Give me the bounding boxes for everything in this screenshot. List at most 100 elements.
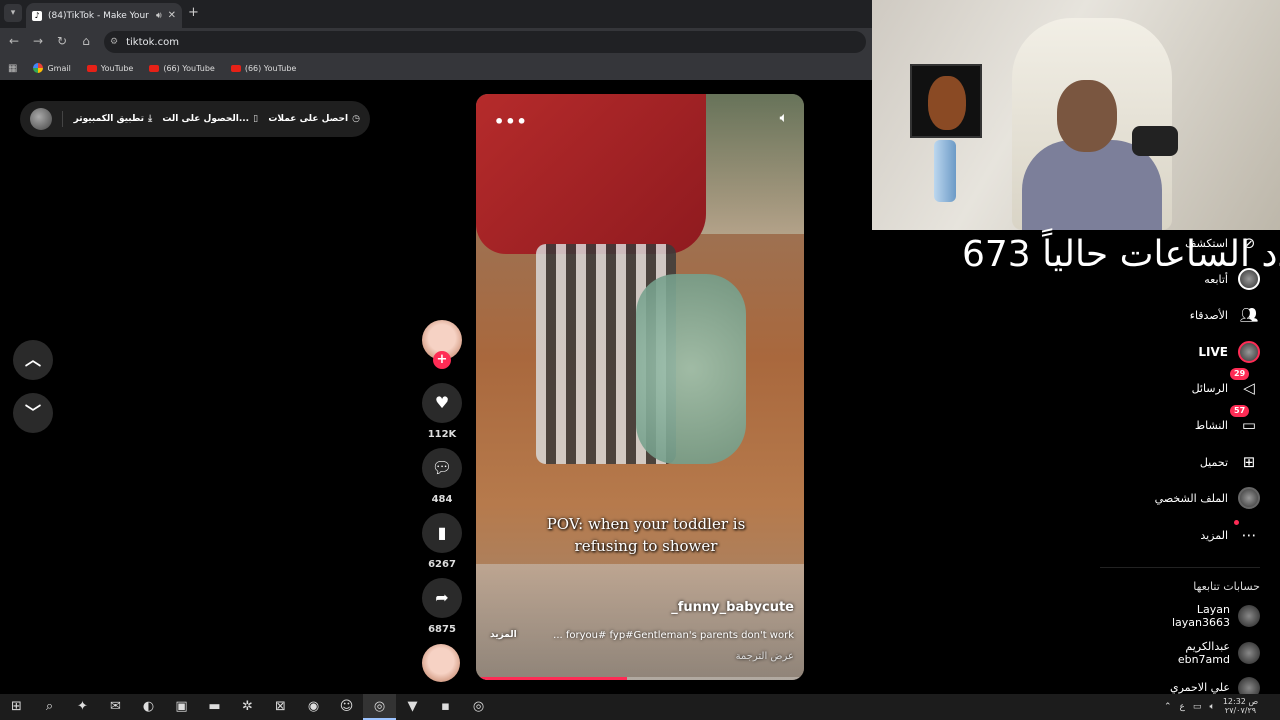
video-progress-fill (476, 677, 627, 680)
new-tab-icon[interactable]: + (188, 5, 199, 20)
comment-icon: 💬︎ (431, 458, 453, 477)
url-text: tiktok.com (126, 36, 179, 48)
next-video-button[interactable]: ﹀ (13, 393, 53, 433)
sidebar-item-profile[interactable]: الملف الشخصي (1060, 487, 1260, 509)
tiktok-icon: ♪ (32, 10, 42, 21)
site-info-icon[interactable]: ⚙ (110, 37, 118, 47)
apps-grid-icon[interactable]: ▦ (8, 63, 17, 74)
xbox-icon[interactable]: ⊠ (264, 694, 297, 720)
search-icon[interactable]: ⌕ (33, 694, 66, 720)
like-button[interactable]: ♥ (422, 383, 462, 423)
next-creator-avatar[interactable] (422, 644, 460, 682)
video-author[interactable]: _funny_babycute (671, 600, 794, 615)
account-avatar (1238, 605, 1260, 628)
heart-icon: ♥ (434, 393, 450, 412)
chrome-icon[interactable]: ◎ (363, 694, 396, 720)
send-icon: ◁ 29 (1230, 368, 1260, 399)
sidebar-item-more[interactable]: المزيد ⋯ (1060, 520, 1260, 546)
discord-icon[interactable]: ☺ (330, 694, 363, 720)
close-tab-icon[interactable]: ✕ (168, 10, 176, 21)
bookmarks-bar: ▦ Gmail YouTube (66) YouTube (66) YouTub… (0, 56, 872, 80)
browser-tab-bar: ▾ ♪ (84)TikTok - Make Your Day 🔊︎ ✕ + (0, 0, 872, 28)
file-explorer-icon[interactable]: ▬ (198, 694, 231, 720)
phone-icon: ▯ (253, 114, 259, 124)
reload-icon[interactable]: ↻ (54, 34, 70, 48)
share-icon: ➦ (435, 588, 449, 607)
previous-video-button[interactable]: ︿ (13, 340, 53, 380)
edge-icon[interactable]: ◐ (132, 694, 165, 720)
like-count: 112K (427, 429, 457, 440)
save-button[interactable]: ▮ (422, 513, 462, 553)
youtube-icon (230, 64, 241, 72)
volume-icon[interactable]: 🔈︎ (1209, 702, 1214, 712)
divider (62, 111, 64, 127)
chrome-icon[interactable]: ◎ (462, 694, 495, 720)
bookmark-youtube-3[interactable]: (66) YouTube (230, 64, 296, 73)
plus-box-icon: ⊞ (1242, 453, 1256, 471)
poster-face (928, 76, 966, 130)
desktop-app-button[interactable]: تطبيق الكمبيوتر ⤓ (74, 114, 152, 124)
copilot-icon[interactable]: ✦ (66, 694, 99, 720)
language-indicator[interactable]: ع (1180, 702, 1185, 712)
sidebar-item-friends[interactable]: الأصدقاء 👥︎ (1060, 304, 1260, 326)
friends-icon: 👥︎ (1239, 306, 1259, 324)
user-avatar[interactable] (30, 108, 52, 130)
webcam-overlay (872, 0, 1280, 230)
youtube-icon (149, 64, 160, 72)
comment-button[interactable]: 💬︎ (422, 448, 462, 488)
windows-taskbar: ⊞ ⌕ ✦ ✉ ◐ ▣ ▬ ✲ ⊠ ◉ ☺ ◎ ▼ ▪ ◎ (0, 694, 1280, 720)
get-app-button[interactable]: الحصول على الت... ▯ (162, 114, 258, 124)
sidebar-item-upload[interactable]: تحميل ⊞ (1060, 451, 1260, 473)
following-accounts-title: حسابات تتابعها (1193, 580, 1260, 593)
home-icon[interactable]: ⌂ (78, 34, 94, 48)
windows-start-icon[interactable]: ⊞ (0, 694, 33, 720)
inbox-icon: ▭ 57 (1230, 405, 1260, 436)
speaker-icon[interactable]: 🔊︎ (156, 11, 162, 21)
chevron-up-icon[interactable]: ⌃ (1164, 702, 1172, 712)
sidebar-divider (1100, 567, 1260, 568)
network-icon[interactable]: ▭ (1193, 702, 1202, 712)
forward-icon[interactable]: → (30, 34, 46, 48)
get-coins-button[interactable]: احصل على عملات ◷ (268, 114, 360, 124)
followed-account[interactable]: Layan layan3663 (1172, 603, 1260, 629)
hours-overlay-text: عدد الساعات حالياً 673 (962, 234, 1280, 275)
followed-account[interactable]: عبدالكريم ebn7amd (1178, 640, 1260, 666)
omnibox[interactable]: ⚙ tiktok.com (104, 31, 866, 53)
profile-avatar-icon (1238, 487, 1260, 509)
messages-badge: 29 (1230, 368, 1250, 380)
video-plush-toy (636, 274, 746, 464)
more-link[interactable]: المزيد (490, 630, 517, 640)
sidebar-item-activity[interactable]: النشاط ▭ 57 (1060, 405, 1260, 436)
bookmark-youtube-2[interactable]: (66) YouTube (149, 64, 215, 73)
google-icon (33, 63, 44, 73)
settings-icon[interactable]: ✲ (231, 694, 264, 720)
sidebar-item-messages[interactable]: الرسائل ◁ 29 (1060, 368, 1260, 399)
video-player[interactable]: ••• 🔈︎ POV: when your toddler is refusin… (476, 94, 804, 680)
clock[interactable]: 12:32 ص ٢٧/٠٧/٢٩ (1223, 697, 1258, 716)
tab-search-chevron-icon[interactable]: ▾ (4, 4, 22, 22)
sidebar-item-live[interactable]: LIVE (1060, 341, 1260, 363)
download-icon: ⤓ (148, 114, 153, 124)
follow-plus-icon[interactable]: + (433, 351, 451, 369)
top-action-bar: تطبيق الكمبيوتر ⤓ الحصول على الت... ▯ اح… (20, 101, 370, 137)
brave-icon[interactable]: ▼ (396, 694, 429, 720)
activity-badge: 57 (1230, 405, 1250, 417)
obs-icon[interactable]: ◉ (297, 694, 330, 720)
youtube-icon (86, 64, 97, 72)
video-progress-bar[interactable] (476, 677, 804, 680)
mail-icon[interactable]: ✉ (99, 694, 132, 720)
volume-icon[interactable]: 🔈︎ (780, 110, 788, 126)
browser-tab[interactable]: ♪ (84)TikTok - Make Your Day 🔊︎ ✕ (26, 3, 182, 28)
store-icon[interactable]: ▣ (165, 694, 198, 720)
back-icon[interactable]: ← (6, 34, 22, 48)
see-translation-link[interactable]: عرض الترجمة (736, 651, 794, 662)
account-avatar (1238, 642, 1260, 665)
bookmark-gmail[interactable]: Gmail (33, 63, 71, 73)
coin-icon: ◷ (352, 114, 360, 124)
save-count: 6267 (428, 559, 456, 570)
share-button[interactable]: ➦ (422, 578, 462, 618)
bookmark-youtube[interactable]: YouTube (86, 64, 133, 73)
terminal-icon[interactable]: ▪ (429, 694, 462, 720)
share-count: 6875 (428, 624, 456, 635)
more-options-icon[interactable]: ••• (494, 112, 528, 131)
